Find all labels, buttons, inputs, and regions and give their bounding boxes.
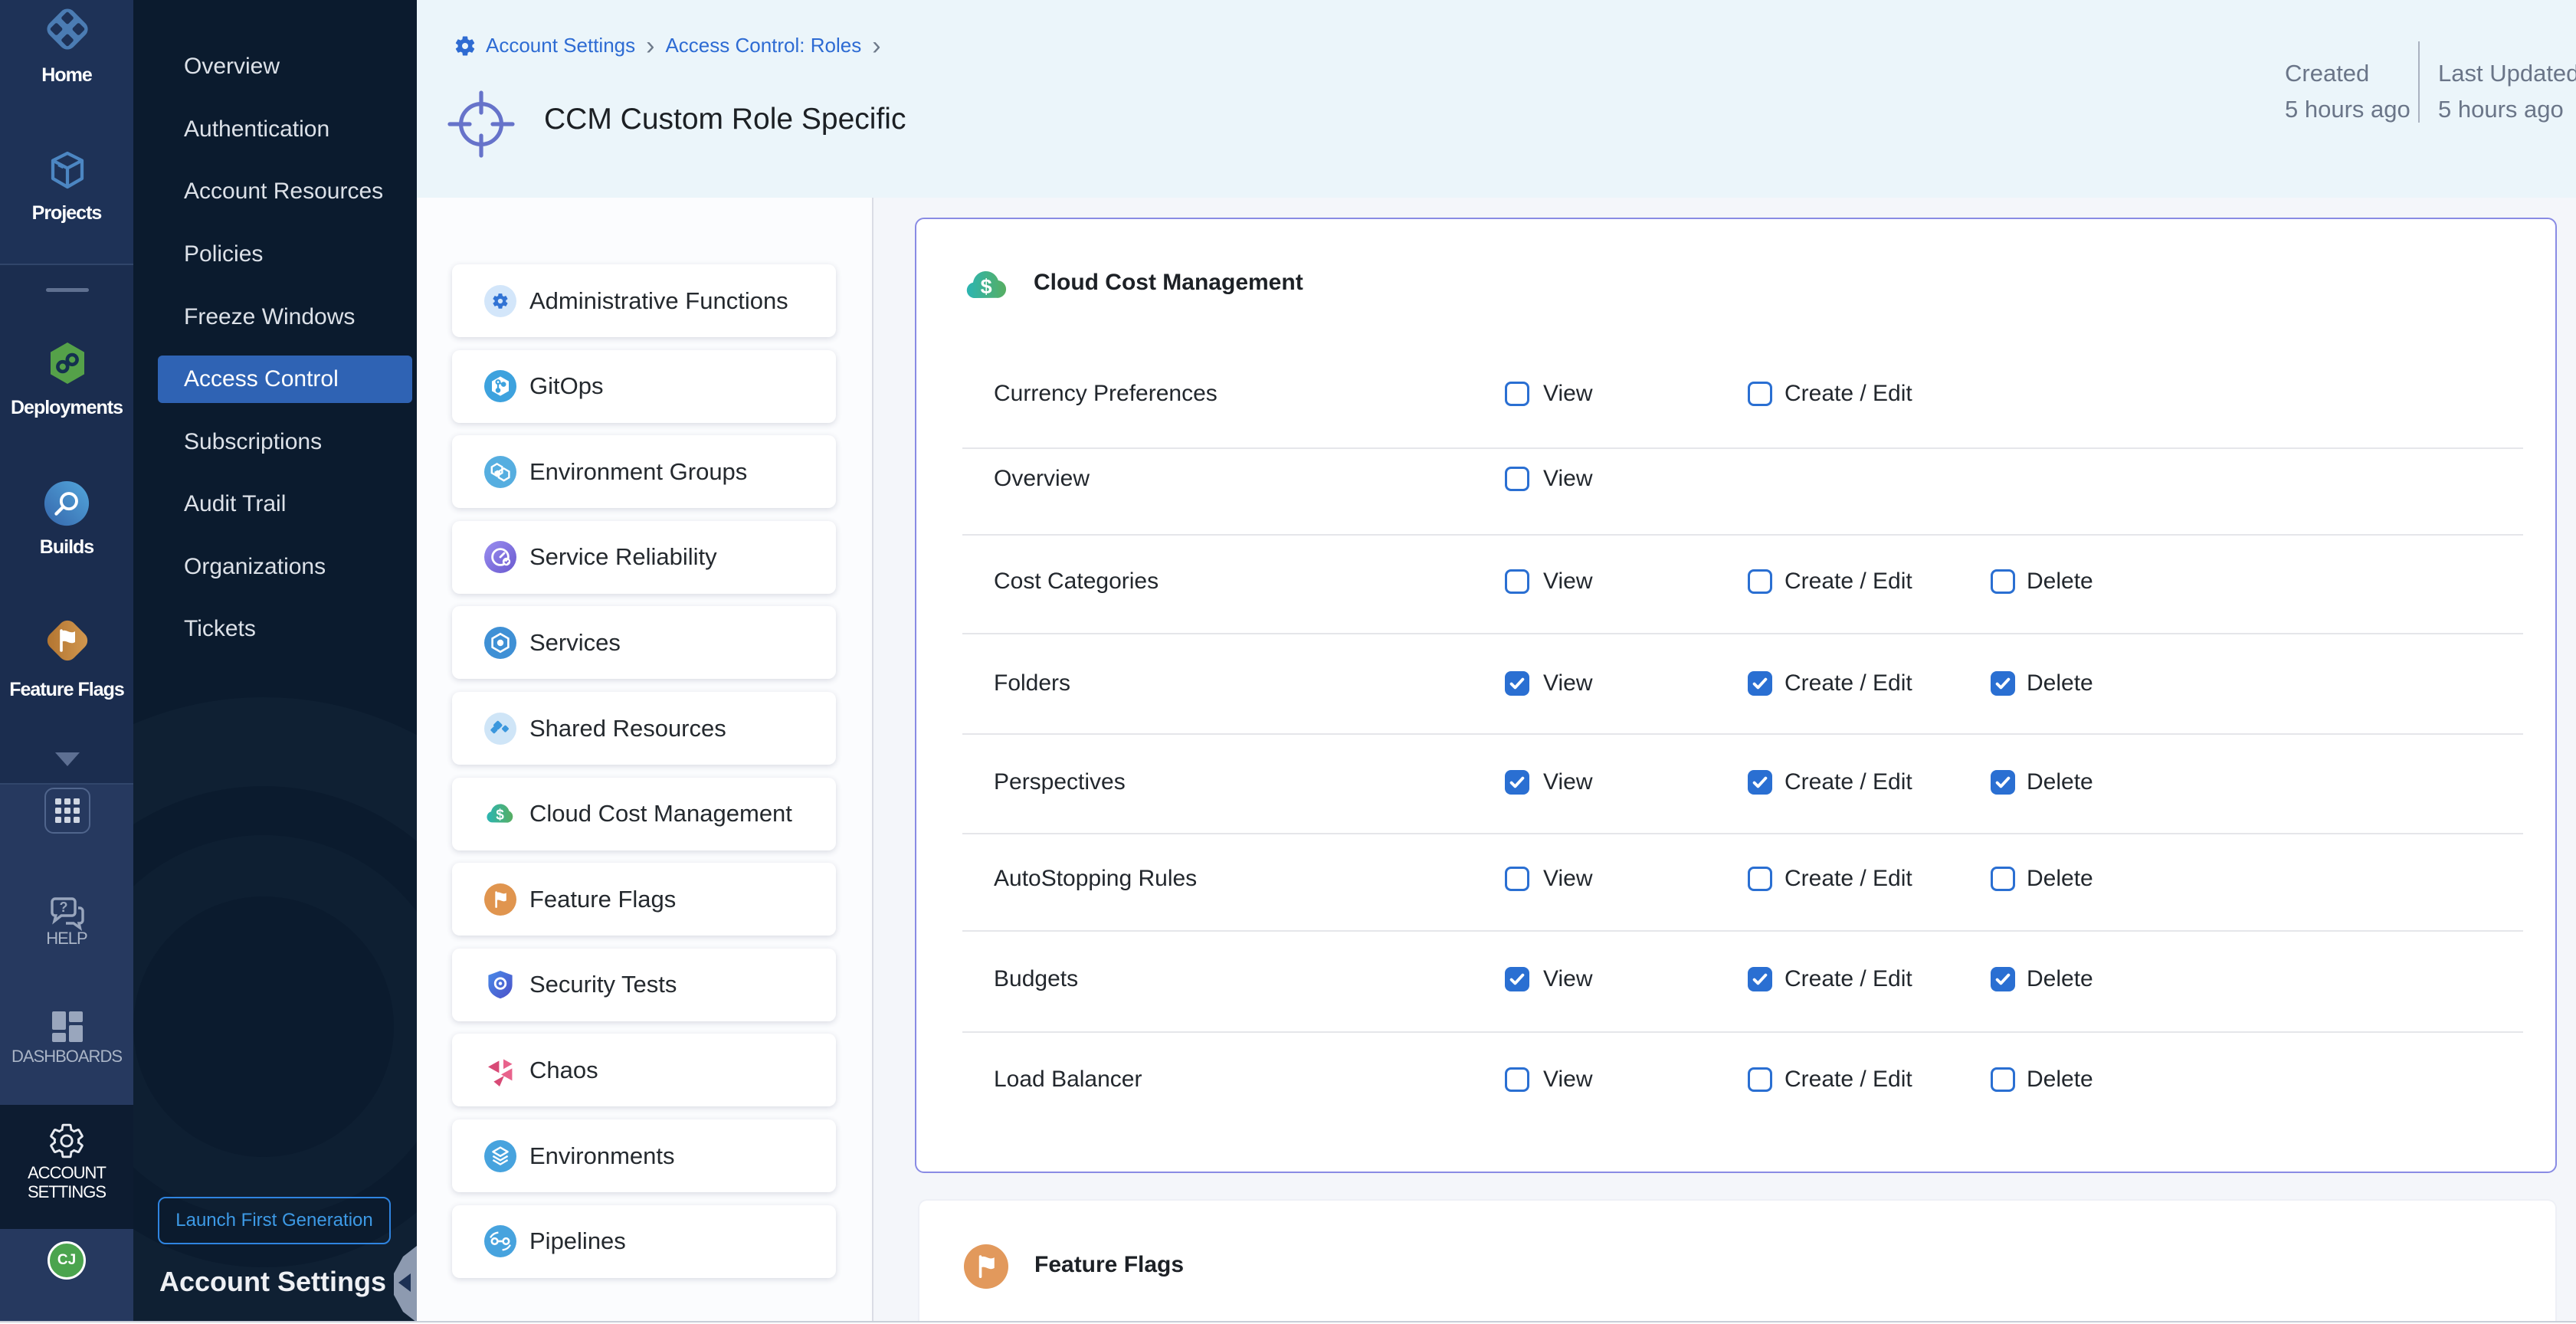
svg-text:$: $	[981, 275, 992, 298]
svg-text:$: $	[496, 807, 504, 823]
svg-text:?: ?	[60, 900, 68, 915]
